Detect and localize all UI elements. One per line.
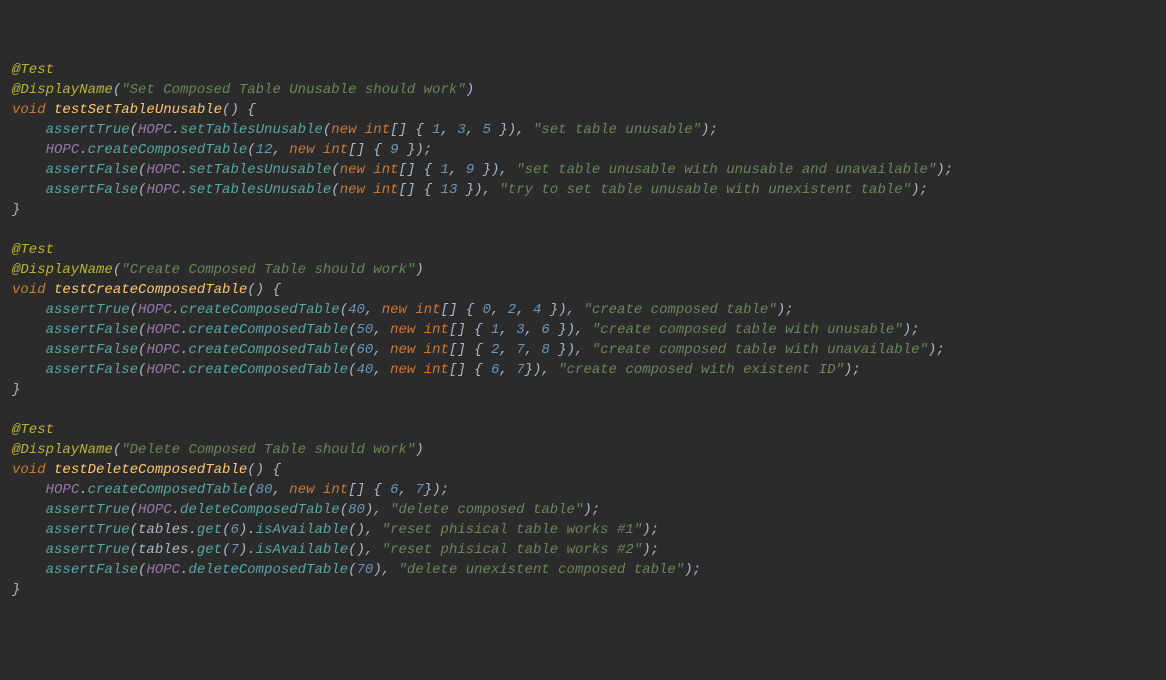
annotation-test: @Test xyxy=(12,60,1154,80)
blank-line xyxy=(12,400,1154,420)
code-line: assertFalse(HOPC.setTablesUnusable(new i… xyxy=(12,180,1154,200)
close-brace: } xyxy=(12,580,1154,600)
code-line: assertTrue(HOPC.deleteComposedTable(80),… xyxy=(12,500,1154,520)
code-line: HOPC.createComposedTable(12, new int[] {… xyxy=(12,140,1154,160)
method-signature: void testDeleteComposedTable() { xyxy=(12,460,1154,480)
annotation-displayname: @DisplayName("Delete Composed Table shou… xyxy=(12,440,1154,460)
annotation-test: @Test xyxy=(12,420,1154,440)
code-line: assertFalse(HOPC.createComposedTable(40,… xyxy=(12,360,1154,380)
code-line: assertTrue(HOPC.setTablesUnusable(new in… xyxy=(12,120,1154,140)
annotation-displayname: @DisplayName("Set Composed Table Unusabl… xyxy=(12,80,1154,100)
annotation-test: @Test xyxy=(12,240,1154,260)
method-signature: void testSetTableUnusable() { xyxy=(12,100,1154,120)
method-signature: void testCreateComposedTable() { xyxy=(12,280,1154,300)
code-line: assertFalse(HOPC.setTablesUnusable(new i… xyxy=(12,160,1154,180)
close-brace: } xyxy=(12,380,1154,400)
code-line: assertFalse(HOPC.deleteComposedTable(70)… xyxy=(12,560,1154,580)
code-line: assertTrue(tables.get(6).isAvailable(), … xyxy=(12,520,1154,540)
code-line: assertTrue(HOPC.createComposedTable(40, … xyxy=(12,300,1154,320)
code-editor[interactable]: @Test@DisplayName("Set Composed Table Un… xyxy=(0,60,1166,600)
code-line: assertTrue(tables.get(7).isAvailable(), … xyxy=(12,540,1154,560)
code-line: assertFalse(HOPC.createComposedTable(50,… xyxy=(12,320,1154,340)
annotation-displayname: @DisplayName("Create Composed Table shou… xyxy=(12,260,1154,280)
close-brace: } xyxy=(12,200,1154,220)
code-line: assertFalse(HOPC.createComposedTable(60,… xyxy=(12,340,1154,360)
code-line: HOPC.createComposedTable(80, new int[] {… xyxy=(12,480,1154,500)
blank-line xyxy=(12,220,1154,240)
